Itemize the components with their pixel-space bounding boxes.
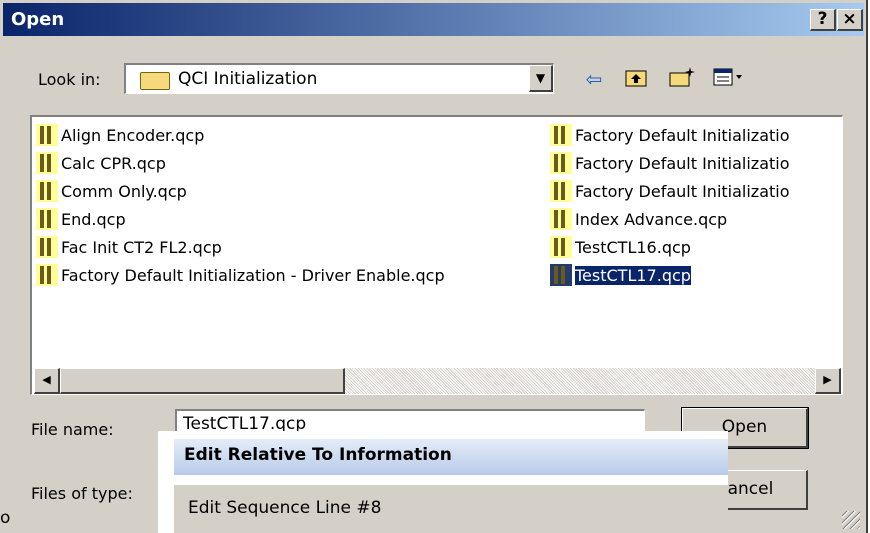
folder-icon [140,72,170,90]
qcp-file-icon [36,208,58,230]
back-icon[interactable]: ⇦ [580,66,608,92]
file-item[interactable]: Comm Only.qcp [36,177,187,205]
file-item[interactable]: Factory Default Initializatio [550,121,790,149]
dialog-title: Open [11,9,65,30]
qcp-file-icon [550,152,572,174]
file-item[interactable]: Align Encoder.qcp [36,121,204,149]
file-item[interactable]: Fac Init CT2 FL2.qcp [36,233,222,261]
file-item[interactable]: Factory Default Initializatio [550,177,790,205]
file-item-selected[interactable]: TestCTL17.qcp [550,261,692,289]
file-item[interactable]: Factory Default Initializatio [550,149,790,177]
file-item[interactable]: TestCTL16.qcp [550,233,691,261]
qcp-file-icon [550,180,572,202]
qcp-file-icon [36,152,58,174]
look-in-dropdown-button[interactable]: ▼ [529,65,553,92]
qcp-file-icon [36,124,58,146]
popup-title: Edit Relative To Information [184,445,452,465]
scroll-left-button[interactable]: ◀ [34,368,60,394]
file-item[interactable]: End.qcp [36,205,126,233]
look-in-label: Look in: [38,70,101,89]
files-of-type-label: Files of type: [31,484,133,503]
help-button[interactable]: ? [810,9,836,31]
qcp-file-icon [36,236,58,258]
qcp-file-icon [550,124,572,146]
qcp-file-icon [550,208,572,230]
file-item[interactable]: Index Advance.qcp [550,205,727,233]
look-in-combo[interactable]: QCI Initialization ▼ [124,63,554,94]
edit-relative-popup: Edit Relative To Information Edit Sequen… [158,431,728,533]
look-in-value: QCI Initialization [178,69,318,89]
horizontal-scrollbar[interactable]: ◀ ▶ [34,368,841,394]
scroll-thumb[interactable] [60,368,345,394]
file-item[interactable]: Factory Default Initialization - Driver … [36,261,445,289]
new-folder-icon[interactable] [668,66,696,92]
title-bar[interactable]: Open ? × [3,3,864,36]
stray-text: o [0,508,11,528]
file-name-label: File name: [31,420,114,439]
popup-menu-item-label: Edit Sequence Line #8 [188,498,382,518]
close-button[interactable]: × [837,9,863,31]
qcp-file-icon [36,264,58,286]
up-folder-icon[interactable] [622,66,650,92]
qcp-file-icon [36,180,58,202]
qcp-file-icon [550,264,572,286]
popup-header: Edit Relative To Information [174,439,728,475]
scroll-track[interactable] [345,368,815,394]
view-menu-icon[interactable] [710,66,750,92]
qcp-file-icon [550,236,572,258]
scroll-right-button[interactable]: ▶ [815,368,841,394]
popup-menu-item[interactable]: Edit Sequence Line #8 [174,485,728,533]
resize-grip-icon[interactable] [842,511,860,529]
file-item[interactable]: Calc CPR.qcp [36,149,166,177]
file-list[interactable]: Align Encoder.qcp Calc CPR.qcp Comm Only… [30,115,843,395]
